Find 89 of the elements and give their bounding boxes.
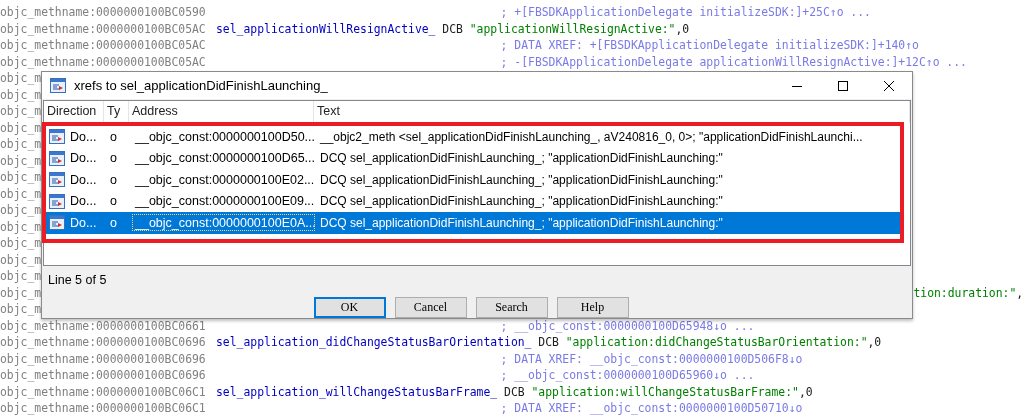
- address-text: objc_m: [0, 136, 42, 153]
- address-text: objc_methname:0000000100BC0590: [0, 4, 206, 21]
- directive-text: DCB: [538, 334, 559, 351]
- address-text: objc_methname:0000000100BC05AC: [0, 20, 206, 37]
- xref-window-icon: [50, 78, 66, 93]
- address-text: objc_m: [0, 251, 42, 268]
- directive-text: DCB: [442, 20, 463, 37]
- column-header[interactable]: Ty: [104, 101, 129, 122]
- column-header[interactable]: Text: [314, 101, 910, 122]
- string-text: "applicationWillResignActive:": [469, 20, 676, 37]
- dialog-button[interactable]: OK: [313, 297, 386, 318]
- label-text: sel_applicationWillResignActive_: [216, 20, 436, 37]
- label-text: sel_application_didChangeStatusBarOrientation_: [216, 334, 532, 351]
- table-cell: __objc_const:0000000100D50...: [135, 129, 315, 144]
- directive-text: DCB: [504, 383, 525, 400]
- address-text: objc_m: [0, 235, 42, 252]
- operand-text: ,0: [867, 334, 882, 351]
- list-row[interactable]: Do... o __objc_const:0000000100E09... DCQ sel_applicationDidFinishLaunching_; "applicationDidFinishLaunching:": [46, 190, 900, 212]
- table-cell: DCQ sel_applicationDidFinishLaunching_; "applicationDidFinishLaunching:": [320, 215, 723, 230]
- table-cell: __objc_const:0000000100D65...: [135, 151, 315, 166]
- comment-text: ; -[FBSDKApplicationDelegate applicationWillResignActive:]+12C↑o ...: [500, 53, 967, 70]
- table-cell: o: [110, 172, 117, 187]
- table-cell: o: [110, 215, 117, 230]
- operand-text: ,: [1016, 284, 1024, 301]
- address-text: objc_methname:0000000100BC05AC: [0, 53, 206, 70]
- table-cell: o: [110, 151, 117, 166]
- address-text: objc_m: [0, 169, 42, 186]
- table-cell: o: [110, 129, 117, 144]
- list-row[interactable]: Do... o __objc_const:0000000100D50... __objc2_meth <sel_applicationDidFinishLaunching_, aV240816_0, 0>; "applicationDidFinishLaunchi...: [46, 126, 900, 148]
- address-text: objc_methname:0000000100BC06C1: [0, 383, 206, 400]
- column-header[interactable]: Direction: [44, 101, 104, 122]
- xref-icon: [49, 150, 65, 166]
- address-text: objc_m: [0, 152, 42, 169]
- address-text: objc_methname:0000000100BC0696: [0, 334, 206, 351]
- table-cell: __objc_const:0000000100E0A...: [135, 215, 316, 230]
- string-text: "application:didChangeStatusBarOrientation:": [565, 334, 868, 351]
- address-text: objc_methname:0000000100BC0696: [0, 367, 206, 384]
- close-icon: [884, 80, 894, 91]
- xref-icon: [49, 129, 65, 145]
- operand-text: ,0: [798, 383, 813, 400]
- comment-text: ; +[FBSDKApplicationDelegate initializeSDK:]+25C↑o ...: [500, 4, 871, 21]
- comment-text: ; __objc_const:0000000100D65960↓o ...: [500, 367, 755, 384]
- operand-text: ,0: [675, 20, 690, 37]
- window-title: xrefs to sel_applicationDidFinishLaunching_: [74, 78, 329, 93]
- list-row[interactable]: Do... o __objc_const:0000000100E0A... DCQ sel_applicationDidFinishLaunching_; "applicationDidFinishLaunching:": [46, 212, 900, 234]
- string-text: "application:willChangeStatusBarFrame:": [531, 383, 799, 400]
- table-cell: __objc_const:0000000100E02...: [135, 172, 315, 187]
- address-text: objc_methname:0000000100BC0661: [0, 317, 206, 334]
- list-row[interactable]: Do... o __objc_const:0000000100D65... DCQ sel_applicationDidFinishLaunching_; "applicationDidFinishLaunching:": [46, 147, 900, 169]
- maximize-icon: [838, 80, 848, 91]
- comment-text: ; DATA XREF: __objc_const:0000000100D50710↓o: [500, 400, 803, 417]
- table-cell: Do...: [70, 194, 97, 209]
- address-text: objc_m: [0, 284, 42, 301]
- dialog-button[interactable]: Cancel: [394, 297, 467, 318]
- table-cell: o: [110, 194, 117, 209]
- string-text: tion:duration:": [913, 284, 1017, 301]
- dialog-button[interactable]: Search: [475, 297, 548, 318]
- list-row[interactable]: Do... o __objc_const:0000000100E02... DCQ sel_applicationDidFinishLaunching_; "applicationDidFinishLaunching:": [46, 169, 900, 191]
- label-text: sel_application_willChangeStatusBarFrame_: [216, 383, 498, 400]
- address-text: objc_m: [0, 268, 42, 285]
- address-text: objc_m: [0, 301, 42, 318]
- comment-text: ; __objc_const:0000000100D65948↓o ...: [500, 317, 755, 334]
- address-text: objc_m: [0, 70, 42, 87]
- status-text: Line 5 of 5: [48, 272, 107, 287]
- column-header[interactable]: Address: [129, 101, 314, 122]
- table-cell: __objc_const:0000000100E09...: [135, 194, 315, 209]
- xref-icon: [49, 193, 65, 209]
- table-cell: Do...: [70, 215, 97, 230]
- address-text: objc_m: [0, 103, 42, 120]
- comment-text: ; DATA XREF: +[FBSDKApplicationDelegate initializeSDK:]+140↑o: [500, 37, 919, 54]
- address-text: objc_methname:0000000100BC06C1: [0, 400, 206, 417]
- table-cell: __objc2_meth <sel_applicationDidFinishLaunching_, aV240816_0, 0>; "applicationDidFinishLaunchi...: [320, 129, 863, 144]
- xref-icon: [49, 215, 65, 231]
- address-text: objc_methname:0000000100BC0696: [0, 350, 206, 367]
- address-text: objc_methname:0000000100BC05AC: [0, 37, 206, 54]
- xref-icon: [49, 172, 65, 188]
- table-cell: Do...: [70, 129, 97, 144]
- address-text: objc_m: [0, 218, 42, 235]
- address-text: objc_m: [0, 86, 42, 103]
- address-text: objc_m: [0, 185, 42, 202]
- comment-text: ; DATA XREF: __objc_const:0000000100D506F8↓o: [500, 350, 803, 367]
- table-cell: DCQ sel_applicationDidFinishLaunching_; "applicationDidFinishLaunching:": [320, 172, 723, 187]
- table-cell: Do...: [70, 151, 97, 166]
- address-text: objc_m: [0, 119, 42, 136]
- dialog-button[interactable]: Help: [556, 297, 629, 318]
- table-cell: Do...: [70, 172, 97, 187]
- table-cell: DCQ sel_applicationDidFinishLaunching_; "applicationDidFinishLaunching:": [320, 151, 723, 166]
- address-text: objc_m: [0, 202, 42, 219]
- table-cell: DCQ sel_applicationDidFinishLaunching_; "applicationDidFinishLaunching:": [320, 194, 723, 209]
